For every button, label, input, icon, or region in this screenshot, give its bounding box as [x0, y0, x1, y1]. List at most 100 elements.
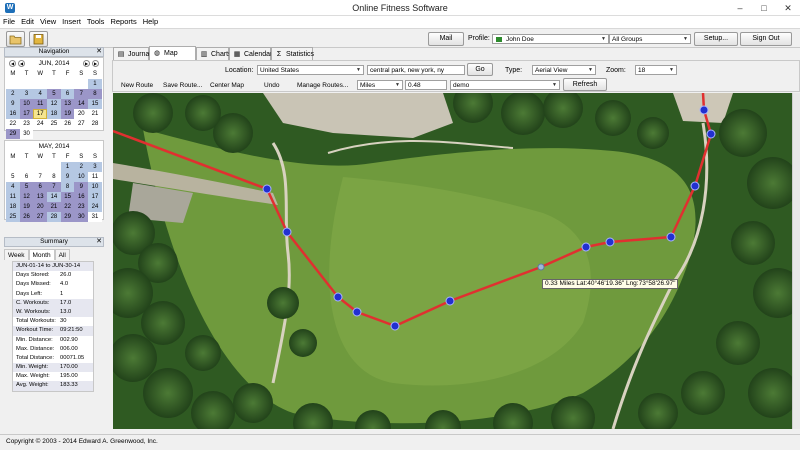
save-button[interactable] — [29, 31, 48, 47]
calendar-day[interactable]: 5 — [47, 89, 61, 99]
calendar-day[interactable]: 9 — [6, 99, 20, 109]
calendar-day[interactable]: 5 — [19, 182, 34, 192]
route-waypoint[interactable] — [390, 321, 400, 331]
refresh-button[interactable]: Refresh — [563, 78, 607, 91]
profile-select[interactable]: John Doe ▼ — [492, 34, 609, 44]
save-route-button[interactable]: Save Route... — [163, 81, 202, 90]
minimize-button[interactable]: – — [728, 0, 752, 16]
calendar-day[interactable]: 17 — [19, 109, 34, 119]
calendar-day[interactable]: 1 — [60, 162, 75, 172]
next-year-icon[interactable]: ▶ — [92, 60, 99, 67]
calendar-day[interactable]: 6 — [19, 172, 34, 182]
calendar-day[interactable]: 8 — [60, 182, 75, 192]
close-icon[interactable]: ✕ — [96, 238, 102, 246]
tab-charts[interactable]: ▥ Charts — [196, 47, 232, 61]
summary-tab-all[interactable]: All — [54, 249, 70, 260]
calendar-day[interactable]: 21 — [47, 202, 61, 212]
calendar-day[interactable]: 30 — [19, 129, 34, 139]
group-select[interactable]: All Groups ▼ — [609, 34, 691, 44]
menu-insert[interactable]: Insert — [59, 16, 84, 28]
calendar-day[interactable]: 23 — [74, 202, 89, 212]
calendar-day[interactable]: 16 — [6, 109, 20, 119]
calendar-day[interactable]: 18 — [47, 109, 61, 119]
new-route-button[interactable]: New Route — [121, 81, 153, 90]
calendar-day[interactable]: 20 — [33, 202, 48, 212]
calendar-day[interactable]: 11 — [6, 192, 20, 202]
calendar-day[interactable]: 26 — [19, 212, 34, 222]
aerial-map[interactable] — [113, 93, 793, 429]
distance-field[interactable] — [405, 80, 447, 90]
menu-edit[interactable]: Edit — [18, 16, 37, 28]
calendar-day[interactable]: 1 — [88, 79, 102, 89]
close-icon[interactable]: ✕ — [96, 48, 102, 56]
calendar-day[interactable]: 17 — [88, 192, 102, 202]
menu-view[interactable]: View — [37, 16, 59, 28]
route-waypoint[interactable] — [352, 307, 362, 317]
calendar-day[interactable]: 7 — [74, 89, 89, 99]
calendar-day[interactable]: 16 — [74, 192, 89, 202]
calendar-day[interactable]: 9 — [74, 182, 89, 192]
calendar-day[interactable]: 15 — [60, 192, 75, 202]
maximize-button[interactable]: □ — [752, 0, 776, 16]
calendar-day[interactable]: 17 — [33, 109, 48, 119]
calendar-day[interactable]: 7 — [47, 182, 61, 192]
calendar-day[interactable]: 19 — [60, 109, 75, 119]
calendar-day[interactable]: 9 — [60, 172, 75, 182]
calendar-day[interactable]: 10 — [74, 172, 89, 182]
prev-year-icon[interactable]: ◀ — [9, 60, 16, 67]
summary-tab-week[interactable]: Week — [4, 249, 29, 260]
open-button[interactable] — [6, 31, 25, 47]
calendar-day[interactable]: 3 — [88, 162, 102, 172]
calendar-day[interactable]: 6 — [33, 182, 48, 192]
calendar-day[interactable]: 21 — [88, 109, 102, 119]
calendar-day[interactable]: 20 — [74, 109, 89, 119]
manage-routes-button[interactable]: Manage Routes... — [297, 81, 348, 90]
map-vertical-scrollbar[interactable] — [792, 93, 800, 429]
tab-calendar[interactable]: ▦ Calendar — [229, 47, 272, 61]
calendar-day[interactable]: 28 — [47, 212, 61, 222]
unit-select[interactable]: Miles ▼ — [357, 80, 403, 90]
route-waypoint[interactable] — [537, 263, 545, 271]
calendar-day[interactable]: 10 — [88, 182, 102, 192]
calendar-day[interactable]: 12 — [47, 99, 61, 109]
calendar-day[interactable]: 29 — [60, 212, 75, 222]
route-waypoint[interactable] — [666, 232, 676, 242]
calendar-day[interactable]: 23 — [19, 119, 34, 129]
mail-button[interactable]: Mail — [428, 32, 464, 46]
route-select[interactable]: demo ▼ — [450, 80, 560, 90]
calendar-day[interactable]: 8 — [88, 89, 102, 99]
go-button[interactable]: Go — [467, 63, 493, 76]
menu-tools[interactable]: Tools — [84, 16, 108, 28]
calendar-day[interactable]: 24 — [88, 202, 102, 212]
route-waypoint[interactable] — [690, 181, 700, 191]
calendar-day[interactable]: 11 — [88, 172, 102, 182]
prev-month-icon[interactable]: ◀ — [18, 60, 25, 67]
calendar-day[interactable]: 24 — [33, 119, 48, 129]
menu-file[interactable]: File — [0, 16, 18, 28]
location-select[interactable]: United States ▼ — [257, 65, 364, 75]
calendar-day[interactable]: 31 — [88, 212, 102, 222]
close-window-button[interactable]: ✕ — [776, 0, 800, 16]
calendar-day[interactable]: 19 — [19, 202, 34, 212]
route-waypoint[interactable] — [605, 237, 615, 247]
tab-map-routes[interactable]: ◍Map Routes — [149, 46, 196, 70]
calendar-day[interactable]: 2 — [6, 89, 20, 99]
calendar-day[interactable]: 2 — [74, 162, 89, 172]
calendar-day[interactable]: 5 — [6, 172, 20, 182]
calendar-day[interactable]: 29 — [6, 129, 20, 139]
route-waypoint[interactable] — [706, 129, 716, 139]
calendar-day[interactable]: 12 — [19, 192, 34, 202]
tab-journal[interactable]: ▤ Journal — [113, 47, 151, 61]
calendar-day[interactable]: 27 — [74, 119, 89, 129]
calendar-day[interactable]: 14 — [74, 99, 89, 109]
menu-reports[interactable]: Reports — [107, 16, 139, 28]
calendar-day[interactable]: 13 — [33, 192, 48, 202]
map-type-select[interactable]: Aerial View ▼ — [532, 65, 596, 75]
calendar-day[interactable]: 18 — [6, 202, 20, 212]
zoom-select[interactable]: 18 ▼ — [635, 65, 677, 75]
route-waypoint[interactable] — [699, 105, 709, 115]
sign-out-button[interactable]: Sign Out — [740, 32, 792, 46]
calendar-day[interactable]: 30 — [74, 212, 89, 222]
calendar-day[interactable]: 10 — [19, 99, 34, 109]
calendar-day[interactable]: 4 — [33, 89, 48, 99]
